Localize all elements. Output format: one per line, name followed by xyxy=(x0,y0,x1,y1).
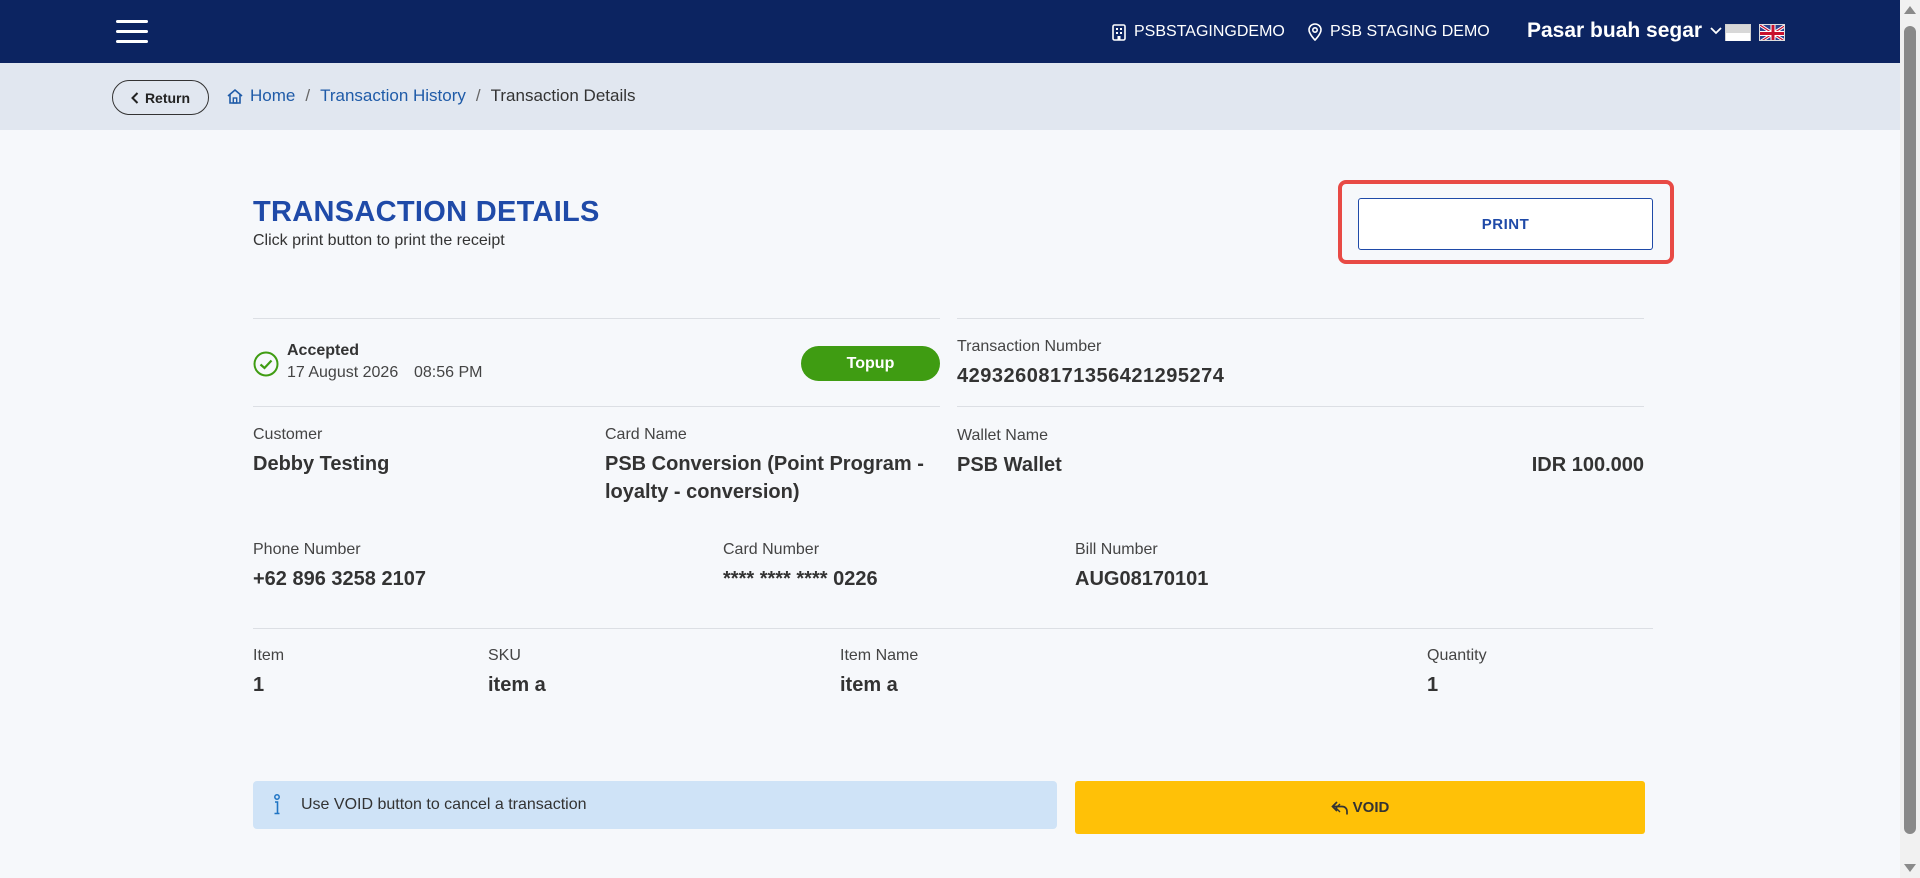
breadcrumb-home[interactable]: Home xyxy=(226,86,295,106)
store-icon xyxy=(1112,23,1126,41)
vertical-scrollbar[interactable] xyxy=(1900,0,1920,878)
store-code-label: PSBSTAGINGDEMO xyxy=(1134,23,1285,40)
customer-label: Customer xyxy=(253,426,323,443)
top-navbar: PSBSTAGINGDEMO PSB STAGING DEMO Pasar bu… xyxy=(0,0,1900,63)
return-button[interactable]: Return xyxy=(112,80,209,115)
phone-number: +62 896 3258 2107 xyxy=(253,568,426,590)
page-subtitle: Click print button to print the receipt xyxy=(253,232,505,249)
void-info-text: Use VOID button to cancel a transaction xyxy=(301,796,587,813)
breadcrumb-transaction-history[interactable]: Transaction History xyxy=(320,86,466,106)
merchant-name: Pasar buah segar xyxy=(1527,19,1703,42)
location-label: PSB STAGING DEMO xyxy=(1330,23,1490,40)
transaction-number: 4293260817135642129527​4 xyxy=(957,365,1225,387)
home-icon xyxy=(227,88,243,104)
print-button[interactable]: PRINT xyxy=(1358,198,1653,250)
void-info-box: Use VOID button to cancel a transaction xyxy=(253,781,1057,829)
wallet-name-label: Wallet Name xyxy=(957,427,1048,444)
check-circle-icon xyxy=(253,351,279,377)
table-header-quantity: Quantity xyxy=(1427,647,1487,664)
location-pin-icon xyxy=(1308,23,1322,41)
table-cell-item: 1 xyxy=(253,674,265,696)
location[interactable]: PSB STAGING DEMO xyxy=(1308,20,1490,44)
table-header-item-name: Item Name xyxy=(840,647,919,664)
hamburger-menu-icon[interactable] xyxy=(116,20,148,44)
table-header-item: Item xyxy=(253,647,285,664)
phone-number-label: Phone Number xyxy=(253,541,361,558)
table-cell-quantity: 1 xyxy=(1427,674,1439,696)
divider xyxy=(253,406,940,407)
transaction-time: 08:56 PM xyxy=(414,364,483,381)
void-button[interactable]: VOID xyxy=(1075,781,1645,834)
merchant-dropdown[interactable]: Pasar buah segar xyxy=(1527,19,1730,43)
transaction-amount: IDR 100.000 xyxy=(1531,454,1644,476)
card-number: **** **** **** 0226 xyxy=(723,568,878,590)
divider xyxy=(957,406,1644,407)
breadcrumb-separator: / xyxy=(305,86,311,105)
chevron-left-icon xyxy=(131,91,139,104)
transaction-date: 17 August 2026 xyxy=(287,364,399,381)
table-cell-sku: item a xyxy=(488,674,546,696)
bill-number-label: Bill Number xyxy=(1075,541,1158,558)
divider xyxy=(253,628,1653,629)
transaction-type-badge: Topup xyxy=(801,346,940,381)
breadcrumb: Home / Transaction History / Transaction… xyxy=(226,86,636,106)
card-name-line1: PSB Conversion (Point Program - xyxy=(605,453,924,475)
return-label: Return xyxy=(144,89,191,106)
breadcrumb-current: Transaction Details xyxy=(490,86,636,105)
customer-name: Debby Testing xyxy=(253,453,390,475)
card-name-line2: loyalty - conversion) xyxy=(605,481,800,503)
chevron-down-icon xyxy=(1710,27,1722,35)
scroll-down-arrow-icon[interactable] xyxy=(1904,864,1916,872)
void-label: VOID xyxy=(1352,799,1390,816)
indonesia-flag-icon[interactable] xyxy=(1725,24,1751,41)
info-icon xyxy=(274,794,280,815)
breadcrumb-bar: Return Home / Transaction History / Tran… xyxy=(0,63,1900,130)
breadcrumb-separator: / xyxy=(475,86,481,105)
undo-icon xyxy=(1330,800,1348,814)
scroll-up-arrow-icon[interactable] xyxy=(1904,6,1916,14)
table-header-sku: SKU xyxy=(488,647,521,664)
uk-flag-icon[interactable] xyxy=(1759,24,1785,41)
divider xyxy=(253,318,940,319)
status-label: Accepted xyxy=(287,342,360,359)
divider xyxy=(957,318,1644,319)
page-title: TRANSACTION DETAILS xyxy=(253,196,600,228)
breadcrumb-home-label: Home xyxy=(250,86,296,105)
scroll-thumb[interactable] xyxy=(1904,26,1916,834)
store-code[interactable]: PSBSTAGINGDEMO xyxy=(1112,20,1285,44)
wallet-name: PSB Wallet xyxy=(957,454,1062,476)
transaction-number-label: Transaction Number xyxy=(957,338,1102,355)
card-name-label: Card Name xyxy=(605,426,687,443)
card-number-label: Card Number xyxy=(723,541,820,558)
bill-number: AUG08170101 xyxy=(1075,568,1209,590)
table-cell-item-name: item a xyxy=(840,674,898,696)
